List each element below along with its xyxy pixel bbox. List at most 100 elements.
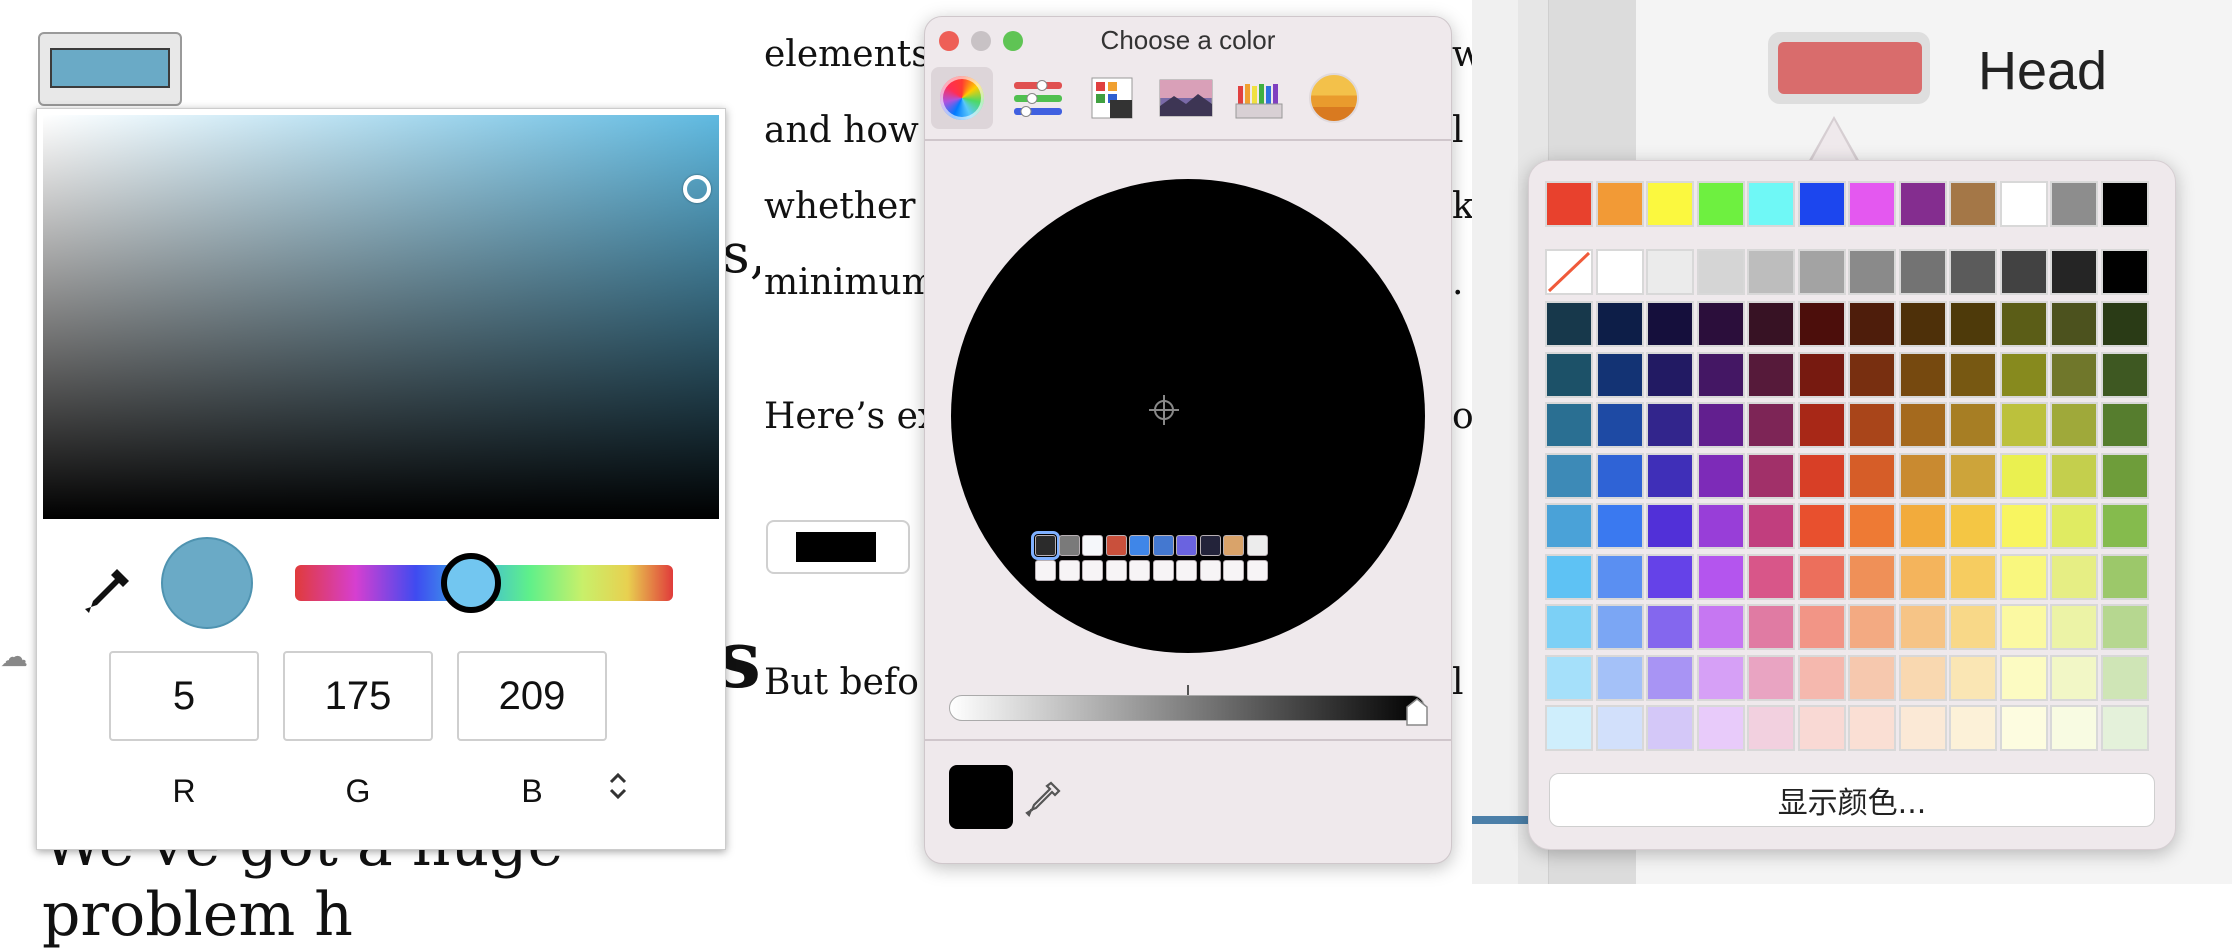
- eyedropper-icon[interactable]: [79, 563, 135, 619]
- saturation-value-area[interactable]: [43, 115, 719, 519]
- gray-color-swatch[interactable]: [1949, 249, 1997, 295]
- palette-color-swatch[interactable]: [1595, 654, 1644, 701]
- palette-color-swatch[interactable]: [1747, 604, 1795, 650]
- palette-color-swatch[interactable]: [1898, 301, 1947, 347]
- saved-color-swatch[interactable]: [1176, 535, 1197, 556]
- empty-color-slot[interactable]: [1223, 560, 1244, 581]
- palette-color-swatch[interactable]: [1999, 654, 2048, 701]
- palette-color-swatch[interactable]: [1898, 654, 1947, 701]
- basic-color-swatch[interactable]: [1595, 181, 1644, 227]
- empty-color-slot[interactable]: [1152, 560, 1174, 581]
- gray-color-swatch[interactable]: [1595, 249, 1644, 295]
- color-wheel[interactable]: [951, 179, 1425, 653]
- palette-color-swatch[interactable]: [1696, 351, 1745, 398]
- color-wheel-icon[interactable]: [931, 67, 993, 129]
- brightness-slider[interactable]: [949, 695, 1425, 721]
- no-color-swatch[interactable]: [1545, 249, 1593, 295]
- palette-color-swatch[interactable]: [1999, 503, 2048, 549]
- palette-color-swatch[interactable]: [1848, 553, 1896, 600]
- palette-color-swatch[interactable]: [1646, 301, 1694, 347]
- saved-color-swatch[interactable]: [1058, 535, 1080, 556]
- gray-color-swatch[interactable]: [1898, 249, 1947, 295]
- palette-color-swatch[interactable]: [1848, 503, 1896, 549]
- basic-color-swatch[interactable]: [1545, 181, 1593, 227]
- palette-color-swatch[interactable]: [2050, 604, 2098, 650]
- palette-color-swatch[interactable]: [1747, 301, 1795, 347]
- palette-color-swatch[interactable]: [1797, 503, 1846, 549]
- palette-color-swatch[interactable]: [1949, 301, 1997, 347]
- palette-color-swatch[interactable]: [1999, 705, 2048, 751]
- empty-color-slot[interactable]: [1082, 560, 1103, 581]
- palette-color-swatch[interactable]: [2100, 604, 2149, 650]
- palette-color-swatch[interactable]: [1848, 402, 1896, 448]
- palette-color-swatch[interactable]: [1898, 503, 1947, 549]
- palette-color-swatch[interactable]: [1646, 553, 1694, 600]
- saved-color-swatch[interactable]: [1105, 535, 1127, 556]
- palette-color-swatch[interactable]: [1696, 553, 1745, 600]
- empty-color-slot[interactable]: [1129, 560, 1150, 581]
- palette-color-swatch[interactable]: [1999, 301, 2048, 347]
- palette-color-swatch[interactable]: [1848, 452, 1896, 499]
- palette-color-swatch[interactable]: [1747, 351, 1795, 398]
- palette-color-swatch[interactable]: [1797, 553, 1846, 600]
- basic-color-swatch[interactable]: [1999, 181, 2048, 227]
- basic-color-swatch[interactable]: [2050, 181, 2098, 227]
- palette-color-swatch[interactable]: [2050, 402, 2098, 448]
- gray-color-swatch[interactable]: [1848, 249, 1896, 295]
- palette-color-swatch[interactable]: [1949, 452, 1997, 499]
- sunset-icon[interactable]: [1303, 67, 1365, 129]
- palette-color-swatch[interactable]: [1949, 351, 1997, 398]
- brightness-slider-knob[interactable]: [1405, 697, 1429, 727]
- saved-color-swatch[interactable]: [1246, 535, 1268, 556]
- palette-color-swatch[interactable]: [1595, 452, 1644, 499]
- palette-color-swatch[interactable]: [1848, 604, 1896, 650]
- empty-color-slot[interactable]: [1246, 560, 1268, 581]
- palette-color-swatch[interactable]: [1696, 503, 1745, 549]
- palette-color-swatch[interactable]: [1646, 402, 1694, 448]
- palette-color-swatch[interactable]: [2050, 503, 2098, 549]
- palette-color-swatch[interactable]: [2050, 553, 2098, 600]
- palette-color-swatch[interactable]: [1747, 503, 1795, 549]
- palette-color-swatch[interactable]: [1595, 705, 1644, 751]
- palette-color-swatch[interactable]: [1696, 604, 1745, 650]
- palette-color-swatch[interactable]: [1898, 553, 1947, 600]
- palette-color-swatch[interactable]: [2100, 654, 2149, 701]
- palette-color-swatch[interactable]: [1898, 452, 1947, 499]
- palette-color-swatch[interactable]: [1999, 604, 2048, 650]
- palette-color-swatch[interactable]: [1848, 301, 1896, 347]
- palette-color-swatch[interactable]: [1595, 301, 1644, 347]
- palette-color-swatch[interactable]: [1545, 705, 1593, 751]
- palette-color-swatch[interactable]: [1545, 402, 1593, 448]
- palette-color-swatch[interactable]: [2050, 705, 2098, 751]
- palette-color-swatch[interactable]: [1999, 553, 2048, 600]
- palette-color-swatch[interactable]: [1696, 654, 1745, 701]
- palette-color-swatch[interactable]: [2100, 301, 2149, 347]
- blue-input[interactable]: 209: [457, 651, 607, 741]
- palette-color-swatch[interactable]: [1949, 654, 1997, 701]
- doc-color-input-button[interactable]: [766, 520, 910, 574]
- palette-color-swatch[interactable]: [1797, 402, 1846, 448]
- basic-color-swatch[interactable]: [2100, 181, 2149, 227]
- palette-color-swatch[interactable]: [1646, 452, 1694, 499]
- gray-color-swatch[interactable]: [2100, 249, 2149, 295]
- palette-color-swatch[interactable]: [1595, 351, 1644, 398]
- empty-color-slot[interactable]: [1058, 560, 1080, 581]
- palette-color-swatch[interactable]: [1999, 452, 2048, 499]
- palette-color-swatch[interactable]: [1797, 301, 1846, 347]
- up-down-chevron-icon[interactable]: [607, 771, 629, 808]
- empty-color-slot[interactable]: [1035, 560, 1056, 581]
- palette-color-swatch[interactable]: [1696, 301, 1745, 347]
- palette-color-swatch[interactable]: [1696, 452, 1745, 499]
- gray-color-swatch[interactable]: [1696, 249, 1745, 295]
- color-input-swatch-button[interactable]: [38, 32, 182, 106]
- palette-color-swatch[interactable]: [1545, 351, 1593, 398]
- saved-color-swatch[interactable]: [1031, 531, 1060, 560]
- palette-color-swatch[interactable]: [1898, 705, 1947, 751]
- show-colors-button[interactable]: 显示颜色...: [1549, 773, 2155, 827]
- palette-color-swatch[interactable]: [1646, 654, 1694, 701]
- empty-color-slot[interactable]: [1176, 560, 1197, 581]
- palette-color-swatch[interactable]: [1898, 402, 1947, 448]
- palette-color-swatch[interactable]: [1999, 351, 2048, 398]
- palette-color-swatch[interactable]: [1545, 654, 1593, 701]
- palette-color-swatch[interactable]: [1898, 351, 1947, 398]
